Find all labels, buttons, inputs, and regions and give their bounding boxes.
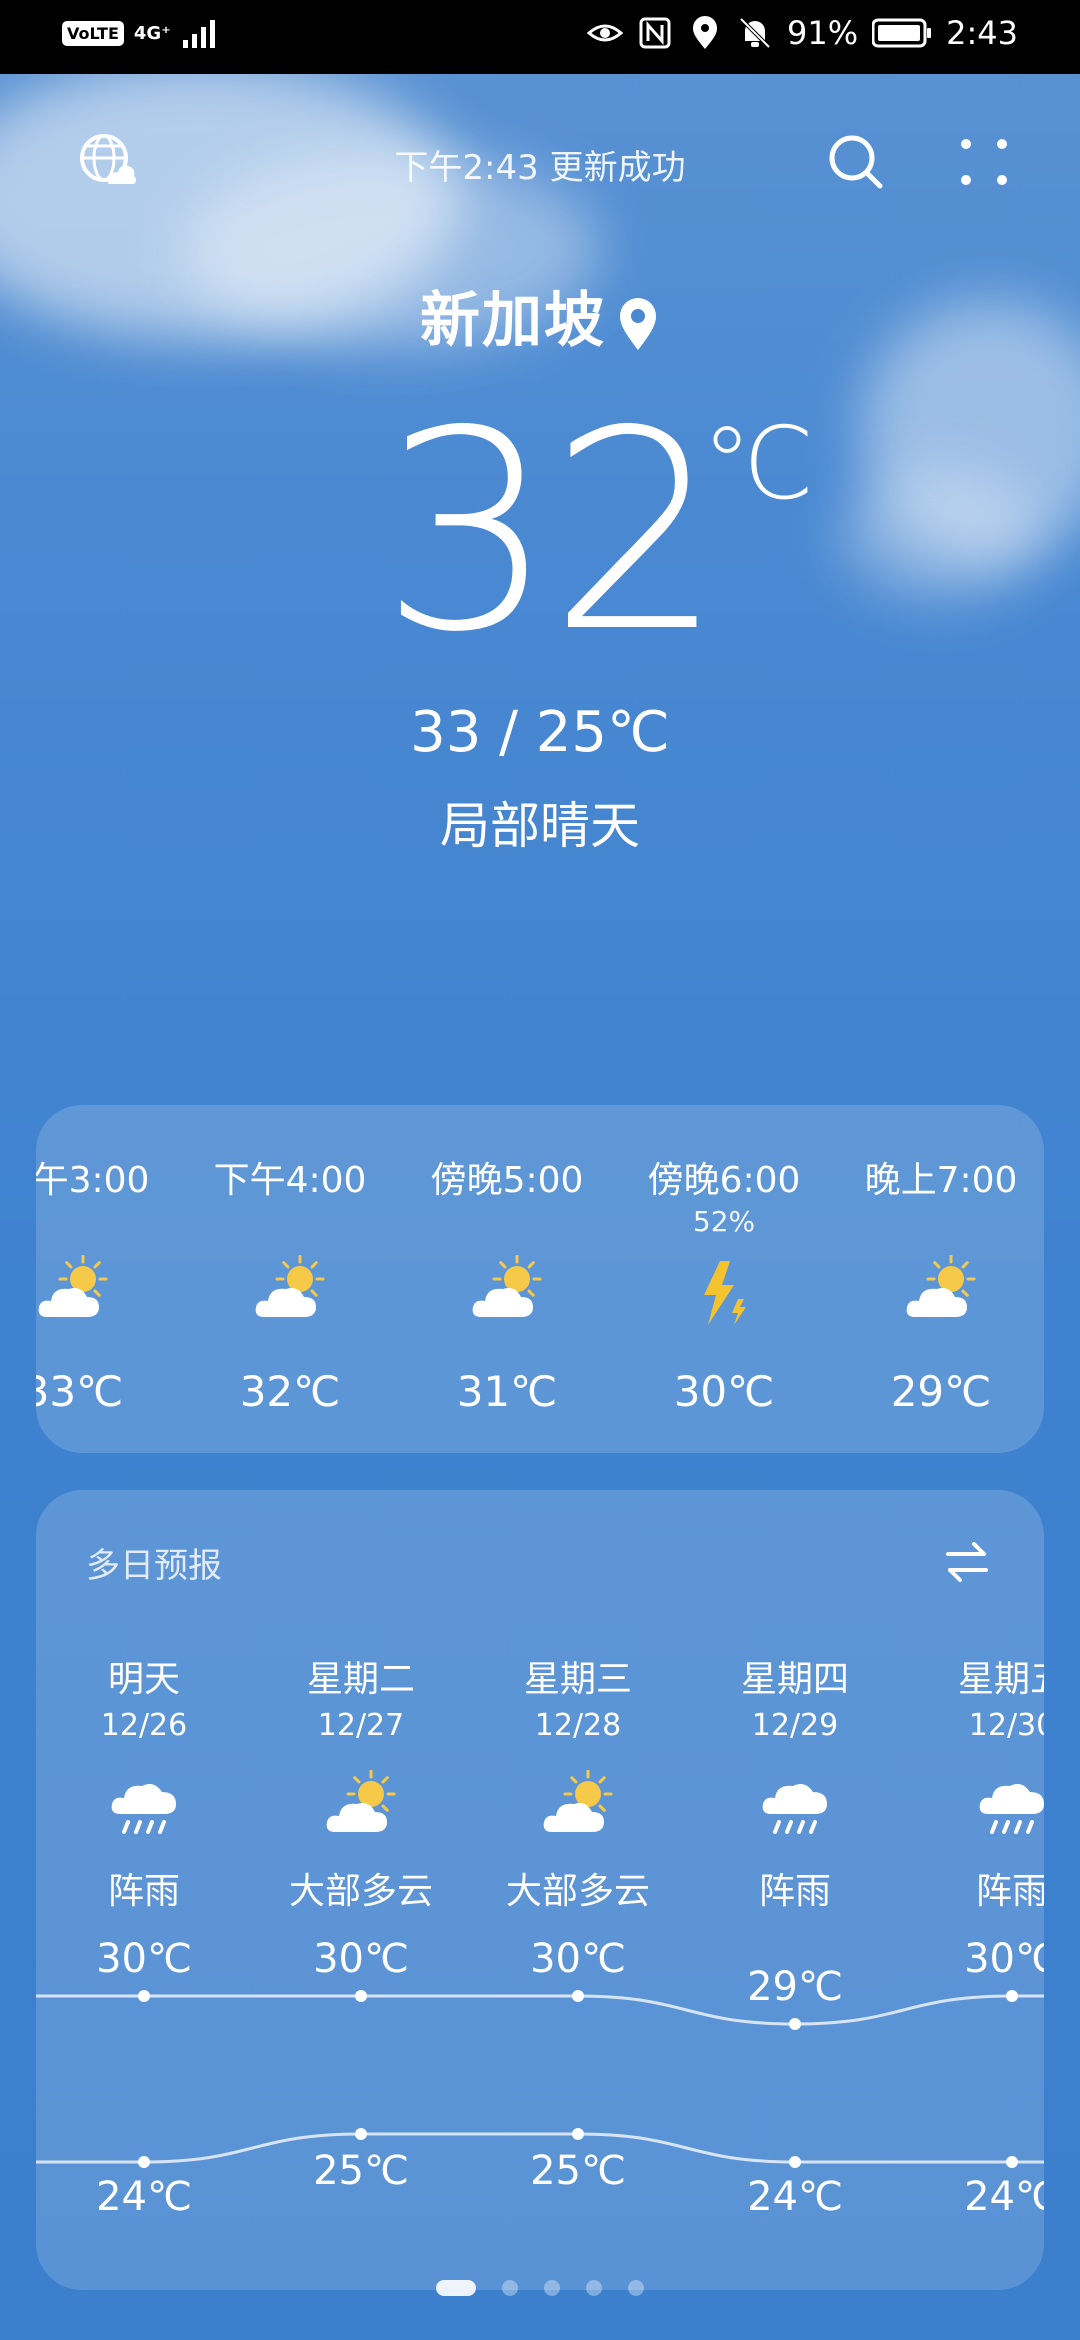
background-cloud: [840, 470, 1040, 600]
day-name: 星期三: [523, 1659, 632, 1700]
high-temp-label: 30℃: [96, 1936, 192, 1982]
day-condition: 阵雨: [975, 1871, 1044, 1912]
update-status: 下午2:43 更新成功: [394, 148, 686, 188]
hour-temp: 30℃: [673, 1367, 775, 1416]
day-date: 12/29: [751, 1708, 839, 1743]
volte-badge: VoLTE: [62, 20, 124, 46]
network-type: 4G⁺: [133, 22, 171, 44]
swap-view-icon[interactable]: [944, 1540, 990, 1584]
location-icon: [693, 16, 718, 49]
high-temp-point: [789, 2018, 801, 2030]
hour-temp: 31℃: [456, 1367, 558, 1416]
partly-cloudy-icon: [252, 1254, 328, 1331]
low-temp-point: [1006, 2156, 1018, 2168]
low-temp-label: 25℃: [313, 2148, 409, 2194]
partly-cloudy-icon: [903, 1254, 979, 1331]
day-date: 12/26: [100, 1708, 188, 1743]
high-temp-label: 30℃: [313, 1936, 409, 1982]
battery-percent: 91%: [787, 14, 859, 52]
partly-cloudy-icon: [540, 1769, 616, 1846]
hour-time: 傍晚5:00: [430, 1160, 584, 1201]
hour-temp: 29℃: [890, 1367, 992, 1416]
hourly-forecast-card[interactable]: 下午3:00 33℃ 下午4:00 32℃ 傍晚5:00 31℃ 傍晚6:00 52% 30℃ 晚…: [36, 1105, 1044, 1453]
low-temp-point: [138, 2156, 150, 2168]
current-condition: 局部晴天: [440, 797, 640, 855]
low-temp-label: 24℃: [747, 2174, 843, 2220]
day-date: 12/28: [534, 1708, 622, 1743]
nfc-icon: [639, 17, 671, 49]
page-dot[interactable]: [544, 2280, 560, 2296]
low-temp-point: [572, 2128, 584, 2140]
day-condition: 阵雨: [107, 1871, 180, 1912]
day-name: 明天: [107, 1659, 180, 1700]
city-name: 新加坡: [420, 286, 606, 356]
hour-temp: 32℃: [239, 1367, 341, 1416]
hour-time: 下午4:00: [213, 1160, 367, 1201]
high-temp-label: 30℃: [530, 1936, 626, 1982]
page-dot[interactable]: [628, 2280, 644, 2296]
day-name: 星期二: [306, 1659, 415, 1700]
weather-app: VoLTE 4G⁺ 91% 2:43 下午2:43 更新成功 新加坡 32 ℃ …: [0, 0, 1080, 2340]
day-name: 星期四: [740, 1659, 849, 1700]
day-date: 12/30: [968, 1708, 1044, 1743]
rain-icon: [974, 1770, 1044, 1846]
current-temperature: 32: [380, 372, 724, 692]
day-condition: 大部多云: [505, 1871, 650, 1912]
daily-forecast-title: 多日预报: [86, 1546, 222, 1586]
more-menu-icon[interactable]: [958, 132, 1010, 192]
precip-chance: 52%: [692, 1205, 756, 1238]
city-header[interactable]: 新加坡: [0, 272, 1080, 359]
partly-cloudy-icon: [36, 1254, 111, 1331]
page-indicator: [0, 2280, 1080, 2296]
hour-time: 傍晚6:00: [647, 1160, 801, 1201]
day-date: 12/27: [317, 1708, 405, 1743]
status-bar: VoLTE 4G⁺ 91% 2:43: [0, 0, 1080, 74]
page-dot[interactable]: [502, 2280, 518, 2296]
page-dot[interactable]: [586, 2280, 602, 2296]
page-dot[interactable]: [436, 2280, 476, 2296]
rain-icon: [106, 1770, 182, 1846]
hour-time: 晚上7:00: [864, 1160, 1018, 1201]
thunder-icon: [686, 1255, 762, 1331]
mute-bell-icon: [739, 17, 771, 49]
temperature-unit: ℃: [702, 405, 815, 522]
signal-icon: [182, 20, 215, 48]
low-temp-point: [355, 2128, 367, 2140]
hour-temp: 33℃: [36, 1367, 124, 1416]
rain-icon: [757, 1770, 833, 1846]
low-temp-label: 25℃: [530, 2148, 626, 2194]
location-pin-icon: [620, 298, 656, 351]
search-icon[interactable]: [826, 132, 886, 192]
high-temp-label: 29℃: [747, 1964, 843, 2010]
eye-icon: [587, 24, 624, 42]
high-temp-point: [355, 1990, 367, 2002]
low-temp-label: 24℃: [964, 2174, 1044, 2220]
high-temp-label: 30℃: [964, 1936, 1044, 1982]
hour-time: 下午3:00: [36, 1160, 150, 1201]
high-temp-point: [572, 1990, 584, 2002]
partly-cloudy-icon: [323, 1769, 399, 1846]
today-range: 33 / 25℃: [410, 700, 670, 765]
high-temp-line: [36, 1994, 1044, 2026]
high-temp-point: [1006, 1990, 1018, 2002]
battery-icon: [872, 18, 932, 48]
low-temp-label: 24℃: [96, 2174, 192, 2220]
status-time: 2:43: [946, 14, 1018, 52]
day-name: 星期五: [957, 1659, 1044, 1700]
high-temp-point: [138, 1990, 150, 2002]
day-condition: 阵雨: [758, 1871, 831, 1912]
partly-cloudy-icon: [469, 1254, 545, 1331]
day-condition: 大部多云: [288, 1871, 433, 1912]
daily-forecast-card[interactable]: 多日预报 明天 12/26 阵雨 星期二 12/27 大部多云 星期三 12/28 大部多云 星期…: [36, 1490, 1044, 2290]
low-temp-point: [789, 2156, 801, 2168]
top-bar: 下午2:43 更新成功: [0, 110, 1080, 210]
